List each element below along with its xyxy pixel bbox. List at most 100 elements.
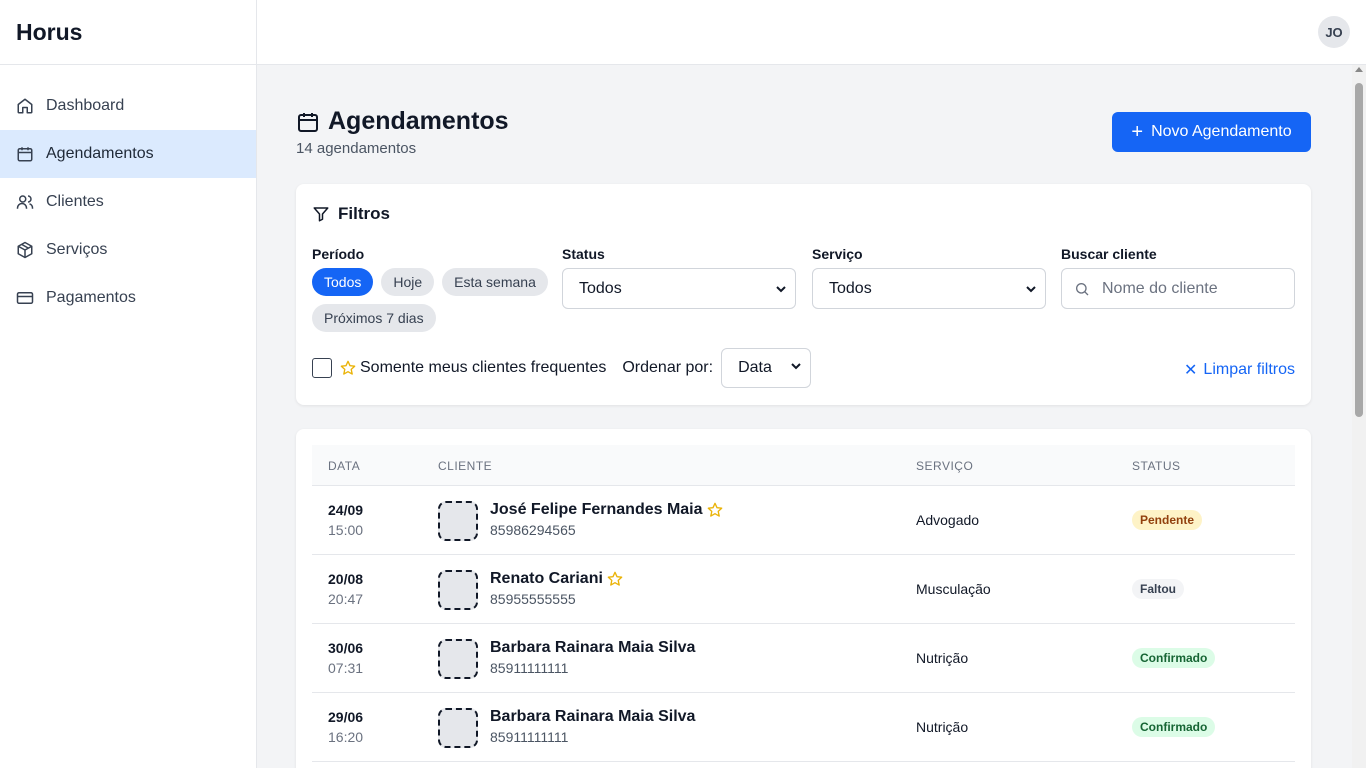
sidebar: Horus Dashboard Agendamentos Clientes Se… bbox=[0, 0, 257, 768]
new-appointment-label: Novo Agendamento bbox=[1151, 123, 1292, 140]
sidebar-item-label: Agendamentos bbox=[46, 145, 154, 162]
client-name: José Felipe Fernandes Maia bbox=[490, 501, 703, 518]
client-avatar bbox=[438, 708, 478, 748]
client-cell: Barbara Rainara Maia Silva 85911111111 bbox=[490, 708, 695, 745]
period-chips: Todos Hoje Esta semana Próximos 7 dias bbox=[312, 268, 548, 332]
table-row[interactable]: 29/06 16:20 Barbara Rainara Maia Silva 8591… bbox=[312, 693, 1295, 762]
scroll-thumb[interactable] bbox=[1355, 83, 1363, 417]
star-icon bbox=[340, 360, 356, 376]
page-header: Agendamentos 14 agendamentos bbox=[296, 107, 509, 157]
appointment-datetime: 20/08 20:47 bbox=[328, 571, 363, 607]
sidebar-item-label: Dashboard bbox=[46, 97, 125, 114]
order-by-value: Data bbox=[738, 359, 772, 376]
sidebar-item-label: Pagamentos bbox=[46, 289, 136, 306]
period-chip-esta-semana[interactable]: Esta semana bbox=[442, 268, 548, 296]
status-cell: Faltou bbox=[1132, 579, 1184, 599]
star-icon bbox=[707, 502, 723, 518]
order-by-label: Ordenar por: bbox=[622, 359, 714, 376]
period-chip-proximos-7-dias[interactable]: Próximos 7 dias bbox=[312, 304, 436, 332]
client-name-line: José Felipe Fernandes Maia bbox=[490, 501, 723, 519]
table-header: DATA CLIENTE SERVIÇO STATUS bbox=[312, 445, 1295, 486]
star-icon bbox=[607, 571, 623, 587]
client-phone: 85911111111 bbox=[490, 660, 569, 676]
status-cell: Pendente bbox=[1132, 510, 1203, 530]
chevron-down-icon bbox=[790, 359, 802, 377]
page-title: Agendamentos bbox=[296, 107, 509, 136]
service-name: Nutrição bbox=[916, 719, 969, 735]
page-title-text: Agendamentos bbox=[328, 107, 509, 135]
table-row[interactable]: 24/09 15:00 José Felipe Fernandes Maia 8598… bbox=[312, 486, 1295, 555]
col-header-client: CLIENTE bbox=[438, 459, 493, 473]
client-avatar bbox=[438, 639, 478, 679]
users-icon bbox=[16, 193, 34, 211]
client-phone: 85955555555 bbox=[490, 591, 576, 607]
sidebar-item-pagamentos[interactable]: Pagamentos bbox=[0, 274, 256, 322]
scroll-up-arrow-icon[interactable] bbox=[1355, 67, 1363, 72]
appointment-time: 20:47 bbox=[328, 591, 364, 607]
user-avatar[interactable]: JO bbox=[1318, 16, 1350, 48]
chevron-down-icon bbox=[775, 283, 787, 295]
page-scrollbar[interactable] bbox=[1352, 65, 1366, 768]
filters-second-row: Somente meus clientes frequentes Ordenar… bbox=[312, 348, 812, 388]
calendar-icon bbox=[16, 145, 34, 163]
sidebar-item-servicos[interactable]: Serviços bbox=[0, 226, 256, 274]
sidebar-nav: Dashboard Agendamentos Clientes Serviços bbox=[0, 65, 256, 322]
client-search-box bbox=[1061, 268, 1295, 309]
frequent-clients-checkbox[interactable] bbox=[312, 358, 332, 378]
appointment-datetime: 30/06 07:31 bbox=[328, 640, 363, 676]
appointment-date: 29/06 bbox=[328, 709, 364, 725]
service-name: Musculação bbox=[916, 581, 991, 597]
client-phone: 85986294565 bbox=[490, 522, 576, 538]
period-label: Período bbox=[312, 246, 365, 262]
status-select[interactable]: Todos bbox=[562, 268, 796, 309]
client-cell: Barbara Rainara Maia Silva 85911111111 bbox=[490, 639, 695, 676]
period-filter: Período Todos Hoje Esta semana Próximos … bbox=[312, 246, 548, 332]
package-icon bbox=[16, 241, 34, 259]
filter-icon bbox=[312, 205, 330, 223]
client-avatar bbox=[438, 501, 478, 541]
client-cell: Renato Cariani 85955555555 bbox=[490, 570, 623, 607]
status-label: Status bbox=[562, 246, 605, 262]
status-badge: Faltou bbox=[1132, 579, 1184, 599]
appointment-time: 07:31 bbox=[328, 660, 364, 676]
client-name: Renato Cariani bbox=[490, 570, 603, 587]
col-header-service: SERVIÇO bbox=[916, 459, 974, 473]
service-name: Advogado bbox=[916, 512, 980, 528]
col-header-date: DATA bbox=[328, 459, 361, 473]
chevron-down-icon bbox=[1025, 283, 1037, 295]
table-row[interactable]: 30/06 07:31 Barbara Rainara Maia Silva 8591… bbox=[312, 624, 1295, 693]
appointment-datetime: 29/06 16:20 bbox=[328, 709, 363, 745]
client-avatar bbox=[438, 570, 478, 610]
appointment-time: 15:00 bbox=[328, 522, 364, 538]
sidebar-item-label: Serviços bbox=[46, 241, 108, 258]
sidebar-item-agendamentos[interactable]: Agendamentos bbox=[0, 130, 256, 178]
plus-icon: + bbox=[1131, 121, 1144, 143]
status-cell: Confirmado bbox=[1132, 717, 1216, 737]
status-badge: Confirmado bbox=[1132, 648, 1216, 668]
order-by-select[interactable]: Data bbox=[721, 348, 812, 388]
client-phone: 85911111111 bbox=[490, 729, 569, 745]
client-name-line: Renato Cariani bbox=[490, 570, 623, 588]
clear-filters-label: Limpar filtros bbox=[1203, 361, 1295, 378]
table-row[interactable]: 20/08 20:47 Renato Cariani 85955555555 Muscu… bbox=[312, 555, 1295, 624]
period-chip-todos[interactable]: Todos bbox=[312, 268, 374, 296]
close-icon: ✕ bbox=[1184, 362, 1198, 379]
period-chip-hoje[interactable]: Hoje bbox=[381, 268, 435, 296]
status-cell: Confirmado bbox=[1132, 648, 1216, 668]
sidebar-item-dashboard[interactable]: Dashboard bbox=[0, 82, 256, 130]
client-search-input[interactable] bbox=[1102, 279, 1282, 298]
client-name: Barbara Rainara Maia Silva bbox=[490, 639, 696, 656]
status-badge: Pendente bbox=[1132, 510, 1203, 530]
clear-filters-link[interactable]: ✕ Limpar filtros bbox=[1184, 360, 1295, 380]
sidebar-item-clientes[interactable]: Clientes bbox=[0, 178, 256, 226]
frequent-clients-label: Somente meus clientes frequentes bbox=[360, 359, 607, 376]
appointment-datetime: 24/09 15:00 bbox=[328, 502, 363, 538]
service-label: Serviço bbox=[812, 246, 863, 262]
service-select[interactable]: Todos bbox=[812, 268, 1046, 309]
brand-logo[interactable]: Horus bbox=[0, 0, 256, 65]
new-appointment-button[interactable]: + Novo Agendamento bbox=[1112, 112, 1311, 152]
appointments-count: 14 agendamentos bbox=[296, 140, 417, 157]
service-filter: Serviço Todos bbox=[812, 246, 1046, 309]
filters-panel: Filtros Período Todos Hoje Esta semana P… bbox=[296, 184, 1311, 405]
appointments-table: DATA CLIENTE SERVIÇO STATUS 24/09 15:00 Jo… bbox=[296, 429, 1311, 768]
